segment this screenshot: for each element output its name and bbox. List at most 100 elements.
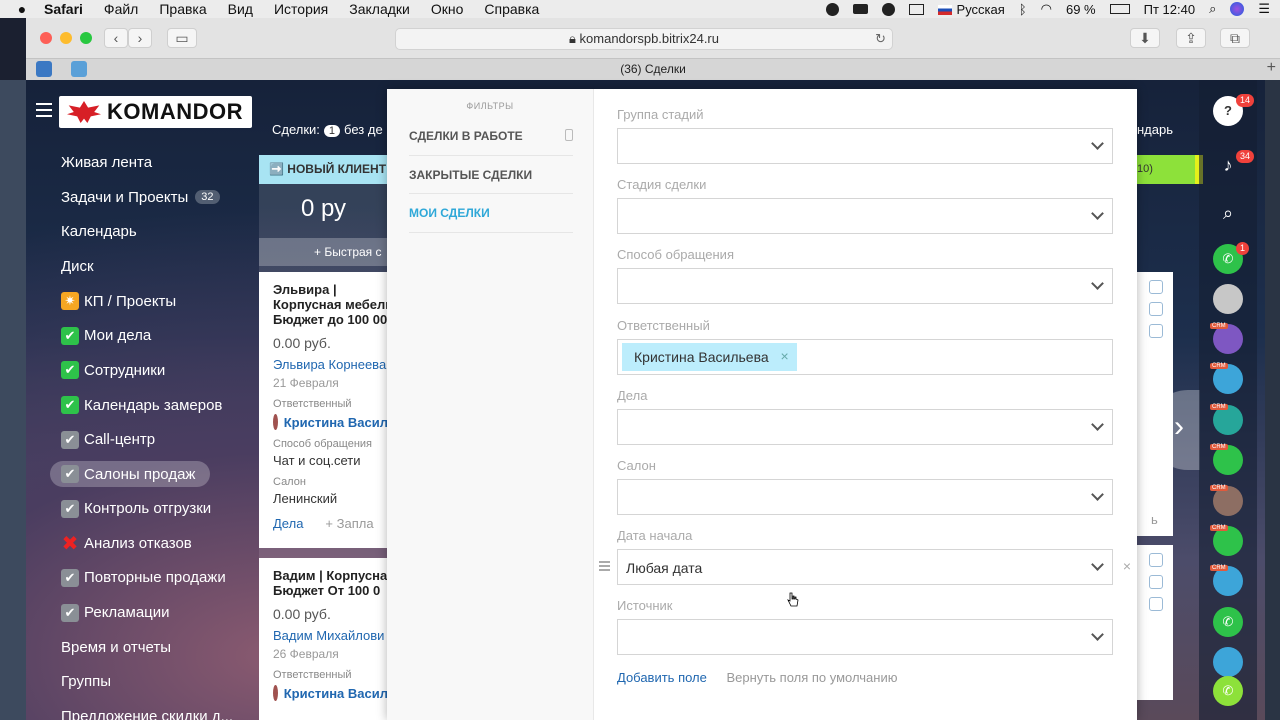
drag-handle-icon[interactable] [599,561,610,573]
wifi-icon[interactable]: ◠ [1041,1,1052,17]
left-menu-item[interactable]: ✔ Call-центр [50,423,260,458]
siri-icon[interactable] [1230,2,1245,16]
share-button[interactable]: ⇪ [1176,28,1206,48]
phone-call-icon[interactable]: ✆ [1213,607,1243,637]
filter-select[interactable] [617,198,1113,235]
mail-icon[interactable] [1149,302,1163,316]
battery-icon[interactable] [1109,4,1130,14]
downloads-button[interactable]: ⬇ [1130,28,1160,48]
reload-icon[interactable]: ↻ [875,29,886,49]
phone-call-icon[interactable] [1213,647,1243,677]
user-avatar[interactable] [1213,284,1243,314]
camera-icon[interactable] [852,4,868,14]
filter-select[interactable]: Любая дата [617,549,1113,586]
chat-icon[interactable] [1149,597,1163,611]
filter-select[interactable] [617,619,1113,656]
chat-icon[interactable] [1149,324,1163,338]
menu-help[interactable]: Справка [484,1,539,17]
phone-icon[interactable] [1149,280,1163,294]
left-menu-item[interactable]: Время и отчеты [50,630,260,665]
left-menu-item[interactable]: ✔ Повторные продажи [50,561,260,596]
menu-file[interactable]: Файл [104,1,138,17]
app-menu[interactable]: Safari [44,1,83,17]
airplay-icon[interactable] [908,3,924,15]
zoom-window-button[interactable] [80,32,92,44]
calendar-link[interactable]: ндарь [1137,122,1173,137]
left-menu-item[interactable]: ✔ Сотрудники [50,353,260,388]
deal-client[interactable]: Эльвира Корнеева [273,357,388,372]
phone-call-icon[interactable]: ✆ [1213,676,1243,706]
preset-my-deals[interactable]: МОИ СДЕЛКИ [409,194,573,233]
left-menu-item[interactable]: ✔ Салоны продаж [50,461,210,488]
company-logo[interactable]: KOMANDOR [59,96,252,128]
menu-edit[interactable]: Правка [159,1,206,17]
left-menu-item[interactable]: Предложение скидки д... [50,699,260,720]
menu-bookmarks[interactable]: Закладки [349,1,410,17]
deal-card[interactable]: Эльвира | Корпусная мебель | Бюджет до 1… [259,272,388,548]
notification-center-icon[interactable]: ☰ [1258,1,1270,17]
kanban-column-header[interactable]: ➡️ НОВЫЙ КЛИЕНТ ( [259,155,388,184]
left-menu-item[interactable]: ✔ Контроль отгрузки [50,491,260,526]
menu-history[interactable]: История [274,1,328,17]
left-menu-item[interactable]: ✔ Календарь замеров [50,388,260,423]
deal-tasks-link[interactable]: Дела [273,516,303,531]
close-window-button[interactable] [40,32,52,44]
responsible-user[interactable]: Кристина Васил [273,685,388,701]
input-language[interactable]: Русская [937,2,1005,17]
left-menu-item[interactable]: Живая лента [50,145,260,180]
tabs-overview-button[interactable]: ⧉ [1220,28,1250,48]
kanban-stage-header[interactable]: 10) [1137,155,1203,184]
bluetooth-icon[interactable]: ᛒ [1019,2,1027,17]
battery-percent[interactable]: 69 % [1066,2,1096,17]
left-menu-item[interactable]: ✷ КП / Проекты [50,284,260,319]
plan-activity-link[interactable]: + Запла [325,516,373,531]
filter-select[interactable] [617,268,1113,305]
pin-icon[interactable] [565,129,573,141]
deal-client[interactable]: Вадим Михайлови [273,628,388,643]
minimize-window-button[interactable] [60,32,72,44]
clock[interactable]: Пт 12:40 [1144,2,1195,17]
deals-count-badge[interactable]: 1 [323,125,341,137]
reset-fields-link[interactable]: Вернуть поля по умолчанию [727,670,898,685]
search-icon[interactable]: ⌕ [1213,198,1243,228]
user-tag[interactable]: Кристина Васильева × [622,342,797,371]
new-tab-button[interactable]: + [1267,59,1276,77]
menu-toggle-icon[interactable] [36,103,52,121]
remove-tag-icon[interactable]: × [780,348,788,364]
phone-icon[interactable] [1149,553,1163,567]
filter-select[interactable] [617,128,1113,164]
deal-title[interactable]: Вадим | Корпусная | Бюджет От 100 0 [273,568,388,598]
back-button[interactable]: ‹ [104,28,128,48]
mail-icon[interactable] [1149,575,1163,589]
filter-select[interactable] [617,408,1113,445]
check-icon[interactable] [881,2,895,16]
left-menu-item[interactable]: Группы [50,665,260,700]
left-menu-item[interactable]: ✔ Мои дела [50,318,260,353]
filter-select[interactable] [617,478,1113,515]
left-menu-item[interactable]: Задачи и Проекты 32 [50,180,260,215]
left-menu-item[interactable]: ✖ Анализ отказов [50,526,260,561]
responsible-input[interactable]: Кристина Васильева × [617,338,1113,375]
preset-closed-deals[interactable]: ЗАКРЫТЫЕ СДЕЛКИ [409,156,573,194]
deal-title[interactable]: Эльвира | Корпусная мебель | Бюджет до 1… [273,282,388,327]
forward-button[interactable]: › [128,28,152,48]
quick-add-button[interactable]: + Быстрая с [259,238,388,266]
search-icon[interactable]: ⌕ [1209,1,1216,17]
menu-window[interactable]: Окно [431,1,464,17]
remove-field-icon[interactable]: × [1123,558,1131,574]
preset-deals-in-work[interactable]: СДЕЛКИ В РАБОТЕ [409,117,573,156]
add-field-link[interactable]: Добавить поле [617,670,707,685]
page-scrollbar[interactable] [1265,80,1280,720]
left-menu-item[interactable]: Диск [50,249,260,284]
sidebar-toggle-button[interactable]: ▭ [167,28,197,48]
active-tab[interactable]: (36) Сделки [26,59,1280,80]
address-bar[interactable]: 🔒︎ komandorspb.bitrix24.ru ↻ [395,28,893,50]
apple-icon[interactable]: ● [0,1,44,17]
record-icon[interactable] [825,2,839,16]
left-menu-item[interactable]: ✔ Рекламации [50,595,260,630]
left-menu-item[interactable]: Календарь [50,214,260,249]
responsible-user[interactable]: Кристина Васил [273,414,388,430]
menu-view[interactable]: Вид [228,1,253,17]
deal-card[interactable]: Вадим | Корпусная | Бюджет От 100 0 0.00… [259,558,388,720]
deal-card-partial[interactable] [1137,545,1173,700]
